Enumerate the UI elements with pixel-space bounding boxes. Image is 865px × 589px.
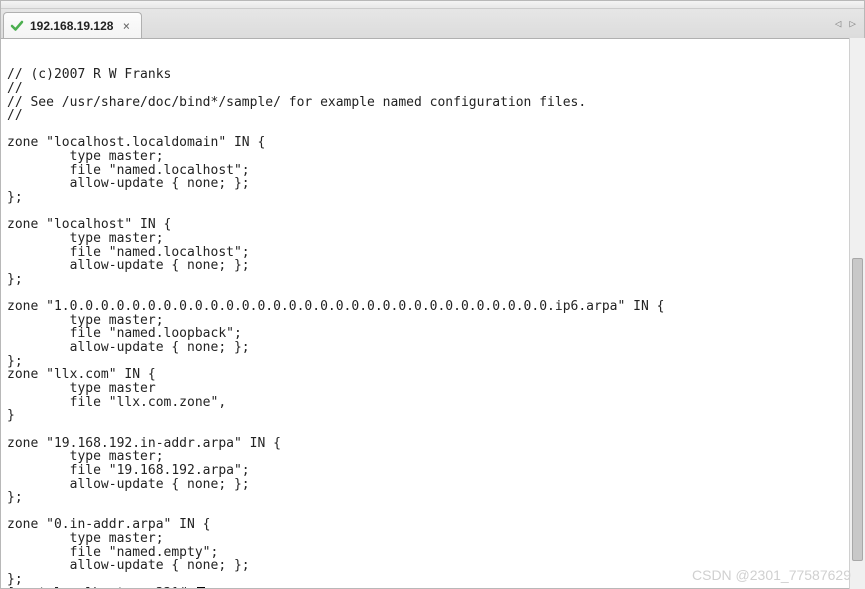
terminal-line: type master; bbox=[7, 532, 858, 546]
terminal-line: file "named.localhost"; bbox=[7, 164, 858, 178]
terminal-window: 192.168.19.128 × ◁ ▷ // (c)2007 R W Fran… bbox=[0, 0, 865, 589]
nav-next-icon[interactable]: ▷ bbox=[849, 17, 856, 30]
tab-nav-arrows: ◁ ▷ bbox=[835, 17, 864, 30]
terminal-line: file "19.168.192.arpa"; bbox=[7, 464, 858, 478]
terminal-line: }; bbox=[7, 491, 858, 505]
tab-group: 192.168.19.128 × bbox=[3, 9, 142, 38]
terminal-line: zone "0.in-addr.arpa" IN { bbox=[7, 518, 858, 532]
terminal-line bbox=[7, 287, 858, 301]
terminal-line: file "named.localhost"; bbox=[7, 246, 858, 260]
terminal-line bbox=[7, 505, 858, 519]
terminal-line: allow-update { none; }; bbox=[7, 559, 858, 573]
terminal-line: zone "19.168.192.in-addr.arpa" IN { bbox=[7, 437, 858, 451]
terminal-line: }; bbox=[7, 573, 858, 587]
terminal-line: }; bbox=[7, 355, 858, 369]
terminal-line: // bbox=[7, 82, 858, 96]
terminal-line: type master; bbox=[7, 314, 858, 328]
terminal-line: file "llx.com.zone", bbox=[7, 396, 858, 410]
terminal-line bbox=[7, 423, 858, 437]
terminal-line: file "named.empty"; bbox=[7, 546, 858, 560]
check-icon bbox=[10, 19, 24, 33]
tab-label: 192.168.19.128 bbox=[30, 19, 113, 33]
terminal-line: type master; bbox=[7, 150, 858, 164]
nav-prev-icon[interactable]: ◁ bbox=[835, 17, 842, 30]
terminal-line: }; bbox=[7, 191, 858, 205]
terminal-line: zone "localhost" IN { bbox=[7, 218, 858, 232]
scrollbar-thumb[interactable] bbox=[852, 258, 863, 561]
terminal-line: type master bbox=[7, 382, 858, 396]
terminal-line bbox=[7, 205, 858, 219]
close-icon[interactable]: × bbox=[119, 19, 133, 33]
terminal-line: zone "localhost.localdomain" IN { bbox=[7, 136, 858, 150]
window-titlebar bbox=[1, 1, 864, 9]
terminal-line: allow-update { none; }; bbox=[7, 478, 858, 492]
terminal-line: allow-update { none; }; bbox=[7, 177, 858, 191]
prompt-text: [root@localhost ens33]# bbox=[7, 587, 195, 588]
terminal-prompt[interactable]: [root@localhost ens33]# bbox=[7, 587, 858, 588]
terminal-line: // bbox=[7, 109, 858, 123]
terminal-line bbox=[7, 123, 858, 137]
terminal-line: file "named.loopback"; bbox=[7, 327, 858, 341]
terminal-line: // See /usr/share/doc/bind*/sample/ for … bbox=[7, 96, 858, 110]
terminal-line: zone "llx.com" IN { bbox=[7, 368, 858, 382]
scrollbar[interactable] bbox=[849, 38, 865, 589]
tab-bar: 192.168.19.128 × ◁ ▷ bbox=[1, 9, 864, 39]
terminal-line: type master; bbox=[7, 232, 858, 246]
terminal-line: type master; bbox=[7, 450, 858, 464]
terminal-line: } bbox=[7, 409, 858, 423]
terminal-line: allow-update { none; }; bbox=[7, 259, 858, 273]
terminal-line: // (c)2007 R W Franks bbox=[7, 68, 858, 82]
terminal-line: zone "1.0.0.0.0.0.0.0.0.0.0.0.0.0.0.0.0.… bbox=[7, 300, 858, 314]
terminal-output[interactable]: // (c)2007 R W Franks//// See /usr/share… bbox=[1, 39, 864, 588]
tab-active[interactable]: 192.168.19.128 × bbox=[3, 12, 142, 38]
terminal-line: }; bbox=[7, 273, 858, 287]
terminal-line: allow-update { none; }; bbox=[7, 341, 858, 355]
cursor bbox=[197, 587, 205, 588]
